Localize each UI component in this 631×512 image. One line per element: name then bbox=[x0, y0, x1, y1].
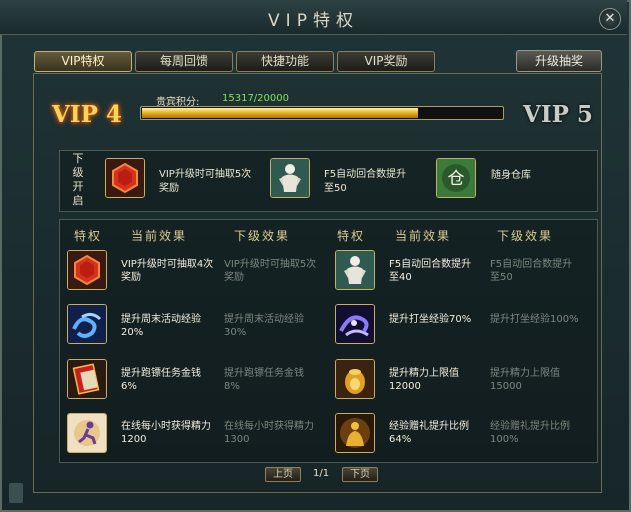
meditation-swirl-icon[interactable] bbox=[335, 304, 375, 344]
current-vip-level: VIP 4 bbox=[52, 101, 122, 128]
header-next-right: 下级效果 bbox=[497, 229, 554, 243]
vip-progress-bar bbox=[140, 106, 504, 120]
svg-text:仓: 仓 bbox=[448, 169, 465, 189]
left-row-1-current: VIP升级时可抽取4次奖励 bbox=[121, 259, 214, 283]
hero-figure-icon[interactable] bbox=[270, 158, 310, 198]
next-unlock-text-3: 随身仓库 bbox=[491, 170, 531, 181]
right-row-4-current: 经验赠礼提升比例64% bbox=[389, 421, 469, 445]
header-privilege-right: 特权 bbox=[337, 229, 366, 243]
header-privilege-left: 特权 bbox=[74, 229, 103, 243]
right-row-1-next: F5自动回合数提升至50 bbox=[490, 259, 573, 283]
hero-figure-icon[interactable] bbox=[335, 250, 375, 290]
upgrade-lottery-button[interactable]: 升级抽奖 bbox=[516, 50, 602, 72]
tab-vip-rewards[interactable]: VIP奖励 bbox=[337, 51, 435, 72]
golden-vessel-icon[interactable] bbox=[335, 359, 375, 399]
header-current-right: 当前效果 bbox=[395, 229, 452, 243]
header-current-left: 当前效果 bbox=[131, 229, 188, 243]
right-row-2-current: 提升打坐经验70% bbox=[389, 314, 472, 325]
left-row-2-current: 提升周末活动经验20% bbox=[121, 314, 201, 338]
close-icon[interactable]: ✕ bbox=[599, 8, 621, 30]
blue-swirl-icon[interactable] bbox=[67, 304, 107, 344]
left-row-2-next: 提升周末活动经验30% bbox=[224, 314, 304, 338]
left-row-4-next: 在线每小时获得精力1300 bbox=[224, 421, 314, 445]
right-row-4-next: 经验赠礼提升比例100% bbox=[490, 421, 570, 445]
left-row-3-current: 提升跑镖任务金钱6% bbox=[121, 368, 201, 392]
golden-buddha-icon[interactable] bbox=[335, 413, 375, 453]
title-bar: VIP特权 ✕ bbox=[0, 0, 627, 35]
tab-weekly-rewards[interactable]: 每周回馈 bbox=[135, 51, 233, 72]
right-row-1-current: F5自动回合数提升至40 bbox=[389, 259, 472, 283]
tab-vip-privilege[interactable]: VIP特权 bbox=[34, 51, 132, 72]
corner-ornament bbox=[9, 483, 23, 503]
energy-figure-icon[interactable] bbox=[67, 413, 107, 453]
right-row-2-next: 提升打坐经验100% bbox=[490, 314, 579, 325]
left-row-3-next: 提升跑镖任务金钱8% bbox=[224, 368, 304, 392]
next-page-button[interactable]: 下页 bbox=[342, 467, 378, 482]
hexagon-chest-icon[interactable] bbox=[105, 158, 145, 198]
right-row-3-current: 提升精力上限值12000 bbox=[389, 368, 459, 392]
next-level-label: 下级开启 bbox=[72, 152, 84, 207]
right-row-3-next: 提升精力上限值15000 bbox=[490, 368, 560, 392]
header-next-left: 下级效果 bbox=[234, 229, 291, 243]
page-indicator: 1/1 bbox=[313, 468, 330, 479]
prev-page-button[interactable]: 上页 bbox=[265, 467, 301, 482]
hexagon-chest-icon[interactable] bbox=[67, 250, 107, 290]
vip-progress-fill bbox=[142, 108, 418, 118]
tab-quick-functions[interactable]: 快捷功能 bbox=[236, 51, 334, 72]
next-unlock-text-1: VIP升级时可抽取5次奖励 bbox=[159, 169, 252, 194]
left-row-4-current: 在线每小时获得精力1200 bbox=[121, 421, 211, 445]
red-scroll-icon[interactable] bbox=[67, 359, 107, 399]
window-title: VIP特权 bbox=[268, 11, 359, 31]
next-vip-level: VIP 5 bbox=[523, 101, 593, 128]
next-unlock-text-2: F5自动回合数提升至50 bbox=[324, 169, 407, 194]
storage-warehouse-icon[interactable]: 仓 bbox=[436, 158, 476, 198]
left-row-1-next: VIP升级时可抽取5次奖励 bbox=[224, 259, 317, 283]
points-value: 15317/20000 bbox=[222, 93, 289, 104]
